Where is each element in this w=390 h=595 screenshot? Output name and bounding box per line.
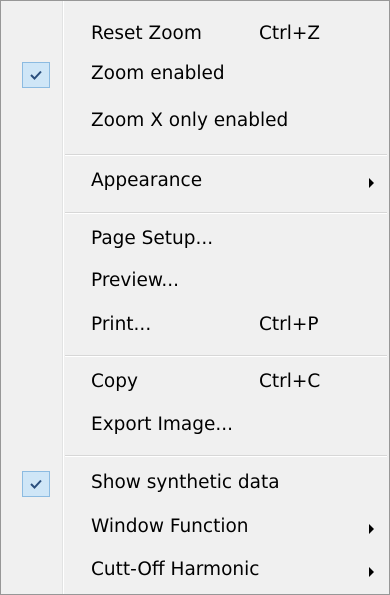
menu-item-label: Preview... (91, 270, 179, 291)
menu-item-preview[interactable]: Preview... (1, 264, 389, 300)
checkmark-icon (22, 471, 50, 497)
menu-item-label: Cutt-Off Harmonic (91, 559, 260, 580)
menu-item-appearance[interactable]: Appearance (1, 164, 389, 200)
menu-item-copy[interactable]: Copy Ctrl+C (1, 365, 389, 401)
menu-item-reset-zoom[interactable]: Reset Zoom Ctrl+Z (1, 17, 389, 53)
menu-item-label: Window Function (91, 516, 249, 537)
context-menu: Reset Zoom Ctrl+Z Zoom enabled Zoom X on… (0, 0, 390, 595)
menu-item-label: Page Setup... (91, 228, 214, 249)
menu-item-window-function[interactable]: Window Function (1, 510, 389, 546)
menu-item-label: Reset Zoom (91, 23, 202, 44)
menu-separator (65, 455, 387, 457)
menu-item-zoom-enabled[interactable]: Zoom enabled (1, 57, 389, 93)
menu-item-export-image[interactable]: Export Image... (1, 408, 389, 444)
menu-item-page-setup[interactable]: Page Setup... (1, 222, 389, 258)
submenu-arrow-icon (369, 178, 374, 188)
menu-item-cutt-off-harmonic[interactable]: Cutt-Off Harmonic (1, 553, 389, 589)
menu-separator (65, 154, 387, 156)
menu-separator (65, 355, 387, 357)
checkmark-icon (22, 62, 50, 88)
menu-item-show-synthetic-data[interactable]: Show synthetic data (1, 466, 389, 502)
submenu-arrow-icon (369, 567, 374, 577)
menu-item-shortcut: Ctrl+C (259, 371, 321, 392)
menu-item-zoom-x-only[interactable]: Zoom X only enabled (1, 104, 389, 140)
menu-item-label: Show synthetic data (91, 472, 280, 493)
menu-item-label: Appearance (91, 170, 203, 191)
menu-separator (65, 212, 387, 214)
menu-item-shortcut: Ctrl+P (259, 314, 319, 335)
menu-item-label: Copy (91, 371, 138, 392)
menu-item-label: Zoom X only enabled (91, 110, 289, 131)
menu-item-label: Export Image... (91, 414, 234, 435)
menu-item-label: Print... (91, 314, 152, 335)
submenu-arrow-icon (369, 524, 374, 534)
menu-item-shortcut: Ctrl+Z (259, 23, 321, 44)
menu-item-label: Zoom enabled (91, 63, 225, 84)
menu-item-print[interactable]: Print... Ctrl+P (1, 308, 389, 344)
